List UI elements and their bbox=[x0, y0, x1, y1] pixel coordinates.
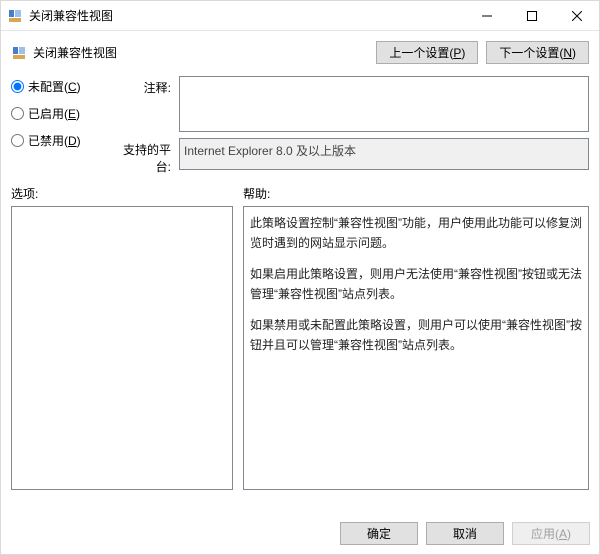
help-paragraph: 如果启用此策略设置，则用户无法使用“兼容性视图”按钮或无法管理“兼容性视图”站点… bbox=[250, 264, 582, 305]
platform-label: 支持的平台: bbox=[111, 138, 171, 175]
platform-field: 支持的平台: bbox=[111, 138, 589, 175]
options-pane[interactable] bbox=[11, 206, 233, 490]
window-controls bbox=[464, 1, 599, 30]
radio-disabled-input[interactable] bbox=[11, 134, 24, 147]
help-column: 帮助: 此策略设置控制“兼容性视图”功能，用户使用此功能可以修复浏览时遇到的网站… bbox=[243, 185, 589, 490]
comment-field: 注释: bbox=[111, 76, 589, 132]
options-column: 选项: bbox=[11, 185, 233, 490]
policy-title: 关闭兼容性视图 bbox=[33, 44, 117, 61]
maximize-button[interactable] bbox=[509, 1, 554, 30]
nav-buttons: 上一个设置(P) 下一个设置(N) bbox=[376, 41, 589, 64]
apply-button: 应用(A) bbox=[512, 522, 590, 545]
radio-enabled-input[interactable] bbox=[11, 107, 24, 120]
help-paragraph: 如果禁用或未配置此策略设置，则用户可以使用“兼容性视图”按钮并且可以管理“兼容性… bbox=[250, 315, 582, 356]
next-setting-button[interactable]: 下一个设置(N) bbox=[486, 41, 589, 64]
platform-textarea bbox=[179, 138, 589, 170]
radio-not-configured[interactable]: 未配置(C) bbox=[11, 78, 111, 95]
state-radio-group: 未配置(C) 已启用(E) 已禁用(D) bbox=[11, 76, 111, 175]
subheader: 关闭兼容性视图 上一个设置(P) 下一个设置(N) bbox=[1, 31, 599, 72]
previous-setting-button[interactable]: 上一个设置(P) bbox=[376, 41, 478, 64]
help-pane[interactable]: 此策略设置控制“兼容性视图”功能，用户使用此功能可以修复浏览时遇到的网站显示问题… bbox=[243, 206, 589, 490]
radio-not-configured-input[interactable] bbox=[11, 80, 24, 93]
radio-enabled[interactable]: 已启用(E) bbox=[11, 105, 111, 122]
cancel-button[interactable]: 取消 bbox=[426, 522, 504, 545]
field-column: 注释: 支持的平台: bbox=[111, 76, 589, 175]
radio-disabled[interactable]: 已禁用(D) bbox=[11, 132, 111, 149]
window-title: 关闭兼容性视图 bbox=[29, 7, 113, 24]
policy-icon bbox=[11, 45, 27, 61]
close-button[interactable] bbox=[554, 1, 599, 30]
dialog-buttons: 确定 取消 应用(A) bbox=[340, 522, 590, 545]
comment-textarea[interactable] bbox=[179, 76, 589, 132]
comment-label: 注释: bbox=[111, 76, 171, 96]
config-row: 未配置(C) 已启用(E) 已禁用(D) 注释: 支持的平台: bbox=[1, 72, 599, 175]
app-icon bbox=[7, 8, 23, 24]
titlebar: 关闭兼容性视图 bbox=[1, 1, 599, 31]
ok-button[interactable]: 确定 bbox=[340, 522, 418, 545]
options-label: 选项: bbox=[11, 185, 233, 202]
help-label: 帮助: bbox=[243, 185, 589, 202]
minimize-button[interactable] bbox=[464, 1, 509, 30]
lower-panes: 选项: 帮助: 此策略设置控制“兼容性视图”功能，用户使用此功能可以修复浏览时遇… bbox=[1, 175, 599, 490]
help-paragraph: 此策略设置控制“兼容性视图”功能，用户使用此功能可以修复浏览时遇到的网站显示问题… bbox=[250, 213, 582, 254]
